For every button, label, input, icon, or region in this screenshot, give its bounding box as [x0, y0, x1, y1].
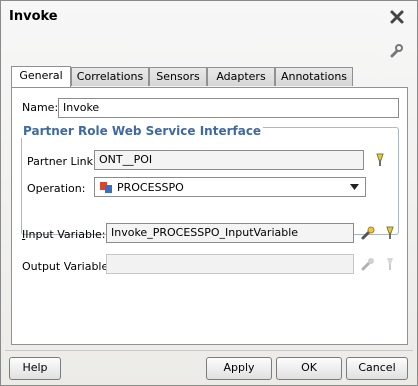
operation-value: PROCESSPO [117, 181, 184, 194]
output-variable-label: Output Variable: [22, 260, 112, 273]
tab-label: Adapters [216, 70, 266, 83]
flashlight-icon[interactable] [382, 225, 398, 241]
dialog-title: Invoke [9, 9, 58, 24]
tab-label: General [19, 69, 63, 82]
tab-correlations[interactable]: Correlations [71, 67, 149, 86]
tab-label: Sensors [156, 70, 200, 83]
invoke-dialog: Invoke General Correlations Sensors Adap… [0, 0, 418, 386]
cancel-button[interactable]: Cancel [346, 357, 408, 380]
ok-button[interactable]: OK [276, 357, 342, 380]
name-field[interactable]: Invoke [58, 98, 399, 118]
cancel-label: Cancel [358, 361, 396, 374]
tab-label: Annotations [280, 70, 348, 83]
help-label: Help [22, 361, 48, 374]
name-label: Name: [22, 101, 59, 114]
tab-general[interactable]: General [11, 66, 71, 87]
button-separator [5, 350, 413, 351]
group-title: Partner Role Web Service Interface [21, 124, 264, 138]
close-icon[interactable] [390, 10, 404, 24]
input-variable-label-text: Input Variable: [25, 228, 106, 241]
help-button[interactable]: Help [9, 357, 61, 380]
partner-link-field[interactable]: ONT__POI [94, 150, 364, 170]
operation-select[interactable]: PROCESSPO [94, 177, 366, 197]
chevron-down-icon [350, 184, 359, 190]
output-variable-label-text: Output Variable: [22, 260, 112, 273]
operation-icon [100, 182, 112, 193]
output-variable-field [106, 254, 354, 274]
ok-label: OK [301, 361, 317, 374]
tab-label: Correlations [76, 70, 144, 83]
operation-label: Operation: [27, 182, 86, 195]
apply-button[interactable]: Apply [206, 357, 272, 380]
input-variable-field[interactable]: Invoke_PROCESSPO_InputVariable [106, 223, 354, 243]
tab-adapters[interactable]: Adapters [207, 67, 275, 86]
apply-label: Apply [223, 361, 255, 374]
partner-link-label: Partner Link: [27, 155, 97, 168]
wrench-icon[interactable] [389, 44, 403, 58]
tab-sensors[interactable]: Sensors [149, 67, 207, 86]
tab-annotations[interactable]: Annotations [275, 67, 353, 86]
create-variable-icon [361, 258, 374, 271]
create-variable-icon[interactable] [360, 225, 376, 241]
input-variable-label: IInput Variable: [22, 228, 106, 241]
flashlight-icon [387, 258, 393, 270]
flashlight-icon[interactable] [372, 152, 388, 168]
